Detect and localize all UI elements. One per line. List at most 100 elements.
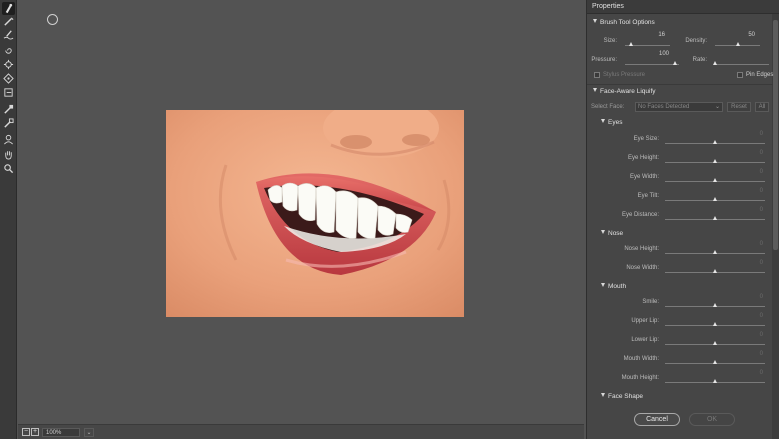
zoom-tool[interactable] xyxy=(2,162,15,175)
zoom-icon xyxy=(4,164,14,174)
bloat-icon xyxy=(3,73,14,84)
slider-thumb[interactable] xyxy=(712,178,717,182)
forward-warp-tool[interactable] xyxy=(2,2,15,15)
slider-thumb[interactable] xyxy=(712,303,717,307)
zoom-input[interactable]: 100% xyxy=(42,428,80,437)
liquify-canvas[interactable] xyxy=(18,0,584,424)
slider-value[interactable]: 0 xyxy=(743,131,763,137)
slider-label: Eye Size: xyxy=(633,136,659,142)
slider-value[interactable]: 0 xyxy=(743,241,763,247)
brush-cursor xyxy=(47,14,58,25)
select-face-dropdown[interactable]: No Faces Detected ⌄ xyxy=(635,102,723,112)
cancel-button[interactable]: Cancel xyxy=(634,413,680,426)
zoom-out-button[interactable]: − xyxy=(22,428,30,436)
collapse-triangle-icon xyxy=(601,283,605,287)
push-left-icon xyxy=(4,88,13,97)
smooth-icon xyxy=(3,30,14,40)
slider-label: Eye Width: xyxy=(629,174,659,180)
scroll-thumb[interactable] xyxy=(773,20,778,250)
slider-value[interactable]: 0 xyxy=(743,260,763,266)
ok-button[interactable]: OK xyxy=(689,413,735,426)
forward-warp-icon xyxy=(5,3,13,14)
push-left-tool[interactable] xyxy=(2,86,15,99)
rate-slider[interactable] xyxy=(715,64,769,65)
panel-title: Properties xyxy=(587,0,779,14)
slider-thumb[interactable] xyxy=(712,341,717,345)
stylus-pressure-label: Stylus Pressure xyxy=(603,72,646,78)
slider-label: Nose Width: xyxy=(626,265,659,271)
pin-edges-label: Pin Edges xyxy=(746,72,774,78)
brush-tool-options-header[interactable]: Brush Tool Options xyxy=(593,19,655,26)
reconstruct-icon xyxy=(4,17,14,26)
liquify-toolbar xyxy=(0,0,17,439)
slider-value[interactable]: 0 xyxy=(743,169,763,175)
pucker-tool[interactable] xyxy=(2,58,15,71)
slider-label: Nose Height: xyxy=(624,246,659,252)
slider-value[interactable]: 0 xyxy=(743,313,763,319)
pressure-slider[interactable] xyxy=(625,64,679,65)
face-tool-icon xyxy=(4,134,13,145)
all-button[interactable]: All xyxy=(755,102,769,112)
smooth-tool[interactable] xyxy=(2,28,15,41)
zoom-in-button[interactable]: + xyxy=(31,428,39,436)
density-slider-thumb[interactable] xyxy=(736,42,740,46)
collapse-triangle-icon xyxy=(593,19,597,23)
slider-thumb[interactable] xyxy=(712,216,717,220)
slider-label: Eye Height: xyxy=(627,155,659,161)
slider-thumb[interactable] xyxy=(712,197,717,201)
slider-label: Eye Tilt: xyxy=(637,193,659,199)
slider-value[interactable]: 0 xyxy=(743,150,763,156)
eyes-subheader[interactable]: Eyes xyxy=(601,119,622,126)
face-tool[interactable] xyxy=(2,133,15,146)
size-value[interactable]: 16 xyxy=(645,32,665,38)
slider-value[interactable]: 0 xyxy=(743,207,763,213)
zoom-dropdown-icon[interactable]: ⌄ xyxy=(84,428,94,437)
mouth-subheader[interactable]: Mouth xyxy=(601,283,626,290)
reconstruct-tool[interactable] xyxy=(2,15,15,28)
twirl-tool[interactable] xyxy=(2,44,15,57)
rate-slider-thumb[interactable] xyxy=(713,61,717,65)
slider-label: Eye Distance: xyxy=(621,212,659,218)
slider-label: Mouth Width: xyxy=(623,356,659,362)
slider-thumb[interactable] xyxy=(712,159,717,163)
collapse-triangle-icon xyxy=(593,88,597,92)
pucker-icon xyxy=(3,59,14,70)
status-bar: − + 100% ⌄ xyxy=(18,424,584,439)
freeze-mask-icon xyxy=(4,104,14,114)
chevron-down-icon: ⌄ xyxy=(714,104,720,110)
slider-thumb[interactable] xyxy=(712,322,717,326)
slider-value[interactable]: 0 xyxy=(743,332,763,338)
pressure-value[interactable]: 100 xyxy=(649,51,669,57)
slider-label: Upper Lip: xyxy=(631,318,659,324)
bloat-tool[interactable] xyxy=(2,72,15,85)
slider-value[interactable]: 0 xyxy=(743,294,763,300)
thaw-mask-icon xyxy=(4,118,14,128)
smile-photo[interactable] xyxy=(166,110,464,317)
reset-button[interactable]: Reset xyxy=(727,102,751,112)
stylus-pressure-checkbox[interactable] xyxy=(594,72,600,78)
freeze-mask-tool[interactable] xyxy=(2,103,15,116)
face-aware-liquify-header[interactable]: Face-Aware Liquify xyxy=(593,88,656,95)
density-label: Density: xyxy=(685,38,707,44)
slider-thumb[interactable] xyxy=(712,269,717,273)
slider-value[interactable]: 0 xyxy=(743,370,763,376)
slider-label: Smile: xyxy=(642,299,659,305)
pin-edges-checkbox[interactable] xyxy=(737,72,743,78)
collapse-triangle-icon xyxy=(601,119,605,123)
slider-value[interactable]: 0 xyxy=(743,188,763,194)
slider-thumb[interactable] xyxy=(712,140,717,144)
density-value[interactable]: 50 xyxy=(735,32,755,38)
slider-value[interactable]: 0 xyxy=(743,351,763,357)
size-slider-thumb[interactable] xyxy=(629,42,633,46)
slider-label: Lower Lip: xyxy=(631,337,659,343)
hand-icon xyxy=(5,151,12,160)
slider-thumb[interactable] xyxy=(712,360,717,364)
thaw-mask-tool[interactable] xyxy=(2,117,15,130)
face-shape-subheader[interactable]: Face Shape xyxy=(601,393,643,400)
slider-thumb[interactable] xyxy=(712,379,717,383)
size-label: Size: xyxy=(603,38,617,44)
nose-subheader[interactable]: Nose xyxy=(601,230,623,237)
hand-tool[interactable] xyxy=(2,148,15,161)
slider-thumb[interactable] xyxy=(712,250,717,254)
rate-label: Rate: xyxy=(692,57,707,63)
